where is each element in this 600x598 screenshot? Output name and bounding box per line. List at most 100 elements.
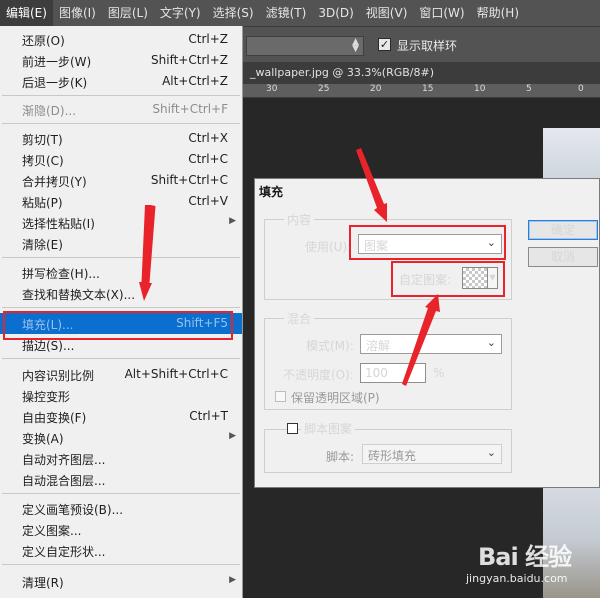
menu-separator bbox=[2, 358, 240, 359]
menu-item-auto-align[interactable]: 自动对齐图层... bbox=[0, 448, 242, 469]
menu-item-find-replace[interactable]: 查找和替换文本(X)... bbox=[0, 283, 242, 304]
menu-item-label: 操控变形 bbox=[22, 390, 71, 404]
chevron-down-icon: ⌄ bbox=[486, 446, 496, 459]
menu-item-fade[interactable]: 渐隐(D)... Shift+Ctrl+F bbox=[0, 99, 242, 120]
mode-select[interactable]: 溶解 ⌄ bbox=[360, 334, 502, 354]
baidu-watermark: Bai 经验 bbox=[478, 543, 572, 571]
menu-bar: 编辑(E) 图像(I) 图层(L) 文字(Y) 选择(S) 滤镜(T) 3D(D… bbox=[0, 0, 600, 26]
menu-item-label: 粘贴(P) bbox=[22, 196, 63, 210]
menu-item-undo[interactable]: 还原(O) Ctrl+Z bbox=[0, 29, 242, 50]
menu-separator bbox=[2, 123, 240, 124]
menu-item-free-transform[interactable]: 自由变换(F) Ctrl+T bbox=[0, 406, 242, 427]
menu-filter[interactable]: 滤镜(T) bbox=[260, 0, 313, 26]
menu-item-label: 定义自定形状... bbox=[22, 545, 106, 559]
menu-item-puppet-warp[interactable]: 操控变形 bbox=[0, 385, 242, 406]
menu-item-define-brush[interactable]: 定义画笔预设(B)... bbox=[0, 498, 242, 519]
menu-window[interactable]: 窗口(W) bbox=[413, 0, 470, 26]
menu-item-copy-merged[interactable]: 合并拷贝(Y) Shift+Ctrl+C bbox=[0, 170, 242, 191]
preserve-transparency-label: 保留透明区域(P) bbox=[291, 391, 380, 405]
menu-item-shortcut: Alt+Shift+Ctrl+C bbox=[124, 367, 228, 381]
script-select-value: 砖形填充 bbox=[368, 449, 417, 463]
photo-image bbox=[543, 128, 600, 178]
menu-item-paste[interactable]: 粘贴(P) Ctrl+V bbox=[0, 191, 242, 212]
ruler-label: 25 bbox=[318, 84, 330, 94]
document-tab-bar: _wallpaper.jpg @ 33.3%(RGB/8#) bbox=[242, 62, 600, 84]
menu-item-shortcut: Ctrl+X bbox=[188, 131, 228, 145]
menu-item-copy[interactable]: 拷贝(C) Ctrl+C bbox=[0, 149, 242, 170]
script-select[interactable]: 砖形填充 ⌄ bbox=[362, 444, 502, 464]
horizontal-ruler: 30 25 20 15 10 5 0 bbox=[242, 84, 600, 98]
ruler-label: 10 bbox=[474, 84, 486, 94]
menu-item-auto-blend[interactable]: 自动混合图层... bbox=[0, 469, 242, 490]
menu-separator bbox=[2, 493, 240, 494]
menu-item-purge[interactable]: 清理(R) ▶ bbox=[0, 571, 242, 592]
menu-separator bbox=[2, 307, 240, 308]
menu-item-clear[interactable]: 清除(E) bbox=[0, 233, 242, 254]
menu-item-paste-special[interactable]: 选择性粘贴(I) ▶ bbox=[0, 212, 242, 233]
menu-item-label: 自动混合图层... bbox=[22, 474, 106, 488]
sample-size-dropdown[interactable]: ▲ ▼ bbox=[246, 36, 364, 56]
preserve-transparency-checkbox[interactable] bbox=[275, 391, 286, 402]
menu-item-shortcut: Ctrl+V bbox=[188, 194, 228, 208]
use-label: 使用(U): bbox=[305, 240, 352, 254]
menu-item-cut[interactable]: 剪切(T) Ctrl+X bbox=[0, 128, 242, 149]
menu-item-step-backward[interactable]: 后退一步(K) Alt+Ctrl+Z bbox=[0, 71, 242, 92]
menu-3d[interactable]: 3D(D) bbox=[312, 0, 359, 26]
menu-item-label: 清理(R) bbox=[22, 576, 64, 590]
menu-item-step-forward[interactable]: 前进一步(W) Shift+Ctrl+Z bbox=[0, 50, 242, 71]
ruler-label: 5 bbox=[526, 84, 532, 94]
submenu-arrow-icon: ▶ bbox=[229, 431, 236, 441]
menu-layer[interactable]: 图层(L) bbox=[102, 0, 154, 26]
menu-edit[interactable]: 编辑(E) bbox=[0, 0, 53, 26]
use-field-highlight-box bbox=[349, 225, 506, 260]
watermark-url: jingyan.baidu.com bbox=[466, 572, 568, 585]
menu-select[interactable]: 选择(S) bbox=[207, 0, 260, 26]
ruler-label: 15 bbox=[422, 84, 434, 94]
contents-group-label: 内容 bbox=[284, 211, 315, 228]
ruler-label: 0 bbox=[578, 84, 584, 94]
cancel-button[interactable]: 取消 bbox=[528, 247, 598, 267]
chevron-down-icon: ⌄ bbox=[486, 336, 496, 349]
menu-item-label: 还原(O) bbox=[22, 34, 65, 48]
menu-item-label: 定义画笔预设(B)... bbox=[22, 503, 124, 517]
menu-help[interactable]: 帮助(H) bbox=[471, 0, 525, 26]
menu-type[interactable]: 文字(Y) bbox=[154, 0, 207, 26]
menu-item-label: 自由变换(F) bbox=[22, 411, 87, 425]
menu-item-label: 拼写检查(H)... bbox=[22, 267, 100, 281]
menu-item-label: 清除(E) bbox=[22, 238, 63, 252]
opacity-value: 100 bbox=[365, 366, 388, 380]
menu-image[interactable]: 图像(I) bbox=[53, 0, 102, 26]
opacity-unit: % bbox=[433, 366, 445, 380]
menu-separator bbox=[2, 257, 240, 258]
show-sampling-ring-checkbox[interactable]: ✓ bbox=[378, 38, 391, 51]
document-tab[interactable]: _wallpaper.jpg @ 33.3%(RGB/8#) bbox=[250, 62, 434, 84]
submenu-arrow-icon: ▶ bbox=[229, 575, 236, 585]
menu-item-label: 定义图案... bbox=[22, 524, 82, 538]
dialog-title: 填充 bbox=[259, 185, 284, 199]
menu-item-spell-check[interactable]: 拼写检查(H)... bbox=[0, 262, 242, 283]
menu-item-label: 查找和替换文本(X)... bbox=[22, 288, 136, 302]
menu-separator bbox=[2, 95, 240, 96]
pattern-highlight-box bbox=[391, 261, 505, 297]
menu-view[interactable]: 视图(V) bbox=[360, 0, 414, 26]
menu-item-label: 拷贝(C) bbox=[22, 154, 64, 168]
ruler-label: 20 bbox=[370, 84, 382, 94]
menu-item-shortcut: Ctrl+Z bbox=[188, 32, 228, 46]
menu-item-label: 后退一步(K) bbox=[22, 76, 88, 90]
menu-item-define-pattern[interactable]: 定义图案... bbox=[0, 519, 242, 540]
ruler-label: 30 bbox=[266, 84, 278, 94]
script-pattern-label: 脚本图案 bbox=[301, 420, 356, 437]
mode-select-value: 溶解 bbox=[366, 339, 391, 353]
script-pattern-checkbox[interactable] bbox=[287, 423, 298, 434]
ok-button[interactable]: 确定 bbox=[528, 220, 598, 240]
menu-item-content-aware-scale[interactable]: 内容识别比例 Alt+Shift+Ctrl+C bbox=[0, 364, 242, 385]
updown-icon: ▲ ▼ bbox=[352, 37, 359, 54]
options-bar: ▲ ▼ ✓ 显示取样环 bbox=[242, 26, 600, 62]
opacity-input[interactable]: 100 bbox=[360, 363, 426, 383]
menu-item-shortcut: Shift+Ctrl+Z bbox=[151, 53, 228, 67]
script-field-label: 脚本: bbox=[326, 450, 355, 464]
submenu-arrow-icon: ▶ bbox=[229, 216, 236, 226]
menu-item-label: 变换(A) bbox=[22, 432, 64, 446]
menu-item-define-shape[interactable]: 定义自定形状... bbox=[0, 540, 242, 561]
menu-item-transform[interactable]: 变换(A) ▶ bbox=[0, 427, 242, 448]
